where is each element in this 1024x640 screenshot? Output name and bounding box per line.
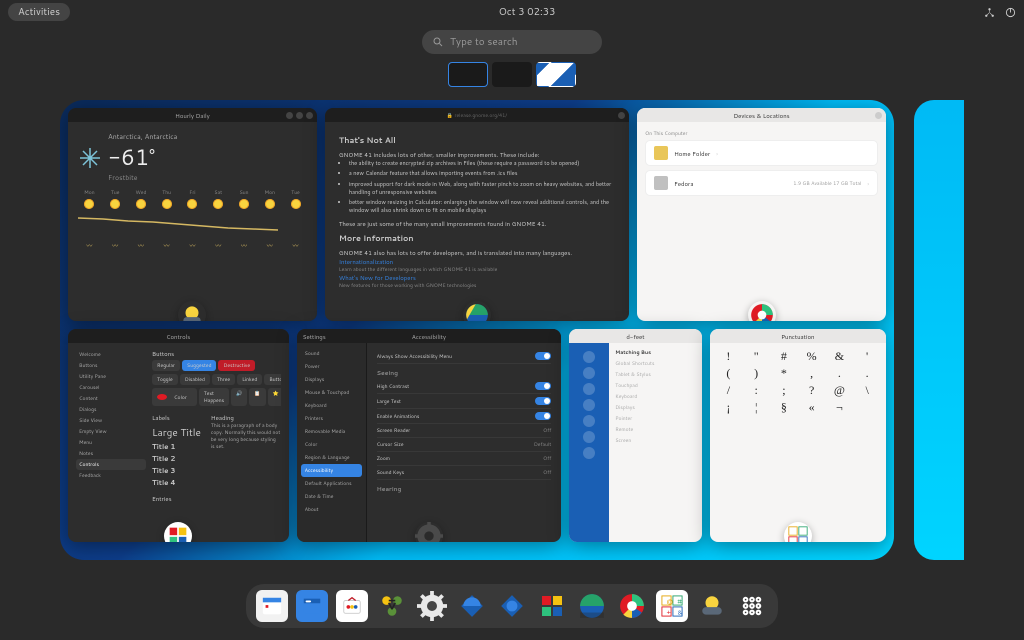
window-title: d-feet <box>626 332 644 341</box>
widget-factory-app-icon[interactable] <box>536 590 568 622</box>
svg-text:+: + <box>667 608 671 617</box>
link[interactable]: Internationalization <box>339 257 615 266</box>
workspace-thumb[interactable] <box>448 62 488 87</box>
heading: That's Not All <box>339 134 615 146</box>
file-item[interactable]: Home Folder› <box>645 140 878 166</box>
characters-window[interactable]: Punctuation !"#%&' ()*,.. /:;?@\ ¡¦§«¬­ <box>710 329 886 542</box>
toggle[interactable] <box>535 382 551 390</box>
power-icon[interactable] <box>1005 7 1016 18</box>
settings-app-icon <box>415 522 443 542</box>
settings-app-icon[interactable] <box>416 590 448 622</box>
disk-usage-icon <box>748 301 776 321</box>
dev-sidebar <box>569 343 609 542</box>
search-icon <box>432 36 444 48</box>
browser-window[interactable]: 🔒 release.gnome.org/41/ That's Not All G… <box>325 108 629 321</box>
web-app-icon <box>463 301 491 321</box>
workspace-thumb[interactable] <box>492 62 532 87</box>
max-btn[interactable] <box>296 112 303 119</box>
window-title: Controls <box>166 332 190 341</box>
weather-window[interactable]: Hourly Daily Antarctica, Antarctica -61°… <box>68 108 317 321</box>
svg-text:@: @ <box>667 597 674 606</box>
bullet-list: the ability to create encrypted zip arch… <box>349 159 615 215</box>
settings-sidebar: SoundPowerDisplaysMouse & TouchpadKeyboa… <box>297 343 367 542</box>
weather-temp: -61° <box>108 142 177 173</box>
toggle[interactable] <box>535 397 551 405</box>
builder-app-icon[interactable] <box>376 590 408 622</box>
files-window[interactable]: Devices & Locations On This Computer Hom… <box>637 108 886 321</box>
workspace-next[interactable] <box>914 100 964 560</box>
window-title: Devices & Locations <box>733 111 789 120</box>
show-apps-icon[interactable] <box>736 590 768 622</box>
window-title: Accessibility <box>412 332 446 341</box>
svg-text:&: & <box>678 608 683 617</box>
close-btn[interactable] <box>306 112 313 119</box>
characters-app-icon <box>784 522 812 542</box>
widget-sidebar: WelcomeButtonsUtility PaneCarouselConten… <box>76 349 146 503</box>
heading: More Information <box>339 232 615 244</box>
close-btn[interactable] <box>618 112 625 119</box>
weather-condition: Frostbite <box>108 173 177 183</box>
disk-usage-app-icon[interactable] <box>616 590 648 622</box>
web-app-icon[interactable] <box>576 590 608 622</box>
folder-icon <box>654 146 668 160</box>
weather-app-icon[interactable] <box>696 590 728 622</box>
search-placeholder: Type to search <box>450 35 518 49</box>
close-btn[interactable] <box>875 112 882 119</box>
tweaks-alt-icon[interactable] <box>496 590 528 622</box>
weather-app-icon <box>178 301 206 321</box>
settings-window[interactable]: SettingsAccessibility SoundPowerDisplays… <box>297 329 562 542</box>
characters-app-icon[interactable]: @ # +& <box>656 590 688 622</box>
weather-location: Antarctica, Antarctica <box>108 132 177 142</box>
network-icon[interactable] <box>984 7 995 18</box>
dfeet-window[interactable]: d-feet Matching Bus Global ShortcutsTabl… <box>569 329 701 542</box>
workspace-main: Hourly Daily Antarctica, Antarctica -61°… <box>60 100 894 560</box>
link[interactable]: What's New for Developers <box>339 273 615 282</box>
svg-text:#: # <box>678 597 683 606</box>
workspace-thumb[interactable] <box>536 62 576 87</box>
activities-button[interactable]: Activities <box>8 3 70 21</box>
toggle[interactable] <box>535 412 551 420</box>
tweaks-app-icon[interactable] <box>456 590 488 622</box>
window-title: Punctuation <box>781 332 814 341</box>
widget-factory-icon <box>164 522 192 542</box>
workspace-switcher <box>0 54 1024 95</box>
dock: @ # +& <box>246 584 778 628</box>
drive-icon <box>654 176 668 190</box>
char-grid: !"#%&' ()*,.. /:;?@\ ¡¦§«¬­ <box>710 343 886 421</box>
weather-forecast-grid: MonTueWedThuFriSatSunMonTue <box>78 189 307 209</box>
weather-chart <box>78 213 278 233</box>
files-app-icon[interactable] <box>296 590 328 622</box>
software-app-icon[interactable] <box>336 590 368 622</box>
calendar-app-icon[interactable] <box>256 590 288 622</box>
snowflake-icon <box>78 146 102 170</box>
min-btn[interactable] <box>286 112 293 119</box>
clock-label: Oct 3 02:33 <box>499 5 556 19</box>
search-input[interactable]: Type to search <box>422 30 602 54</box>
widget-factory-window[interactable]: Controls WelcomeButtonsUtility PaneCarou… <box>68 329 289 542</box>
weather-tabs[interactable]: Hourly Daily <box>175 111 210 120</box>
file-item[interactable]: Fedora1.9 GB Available 17 GB Total› <box>645 170 878 196</box>
toggle[interactable] <box>535 352 551 360</box>
